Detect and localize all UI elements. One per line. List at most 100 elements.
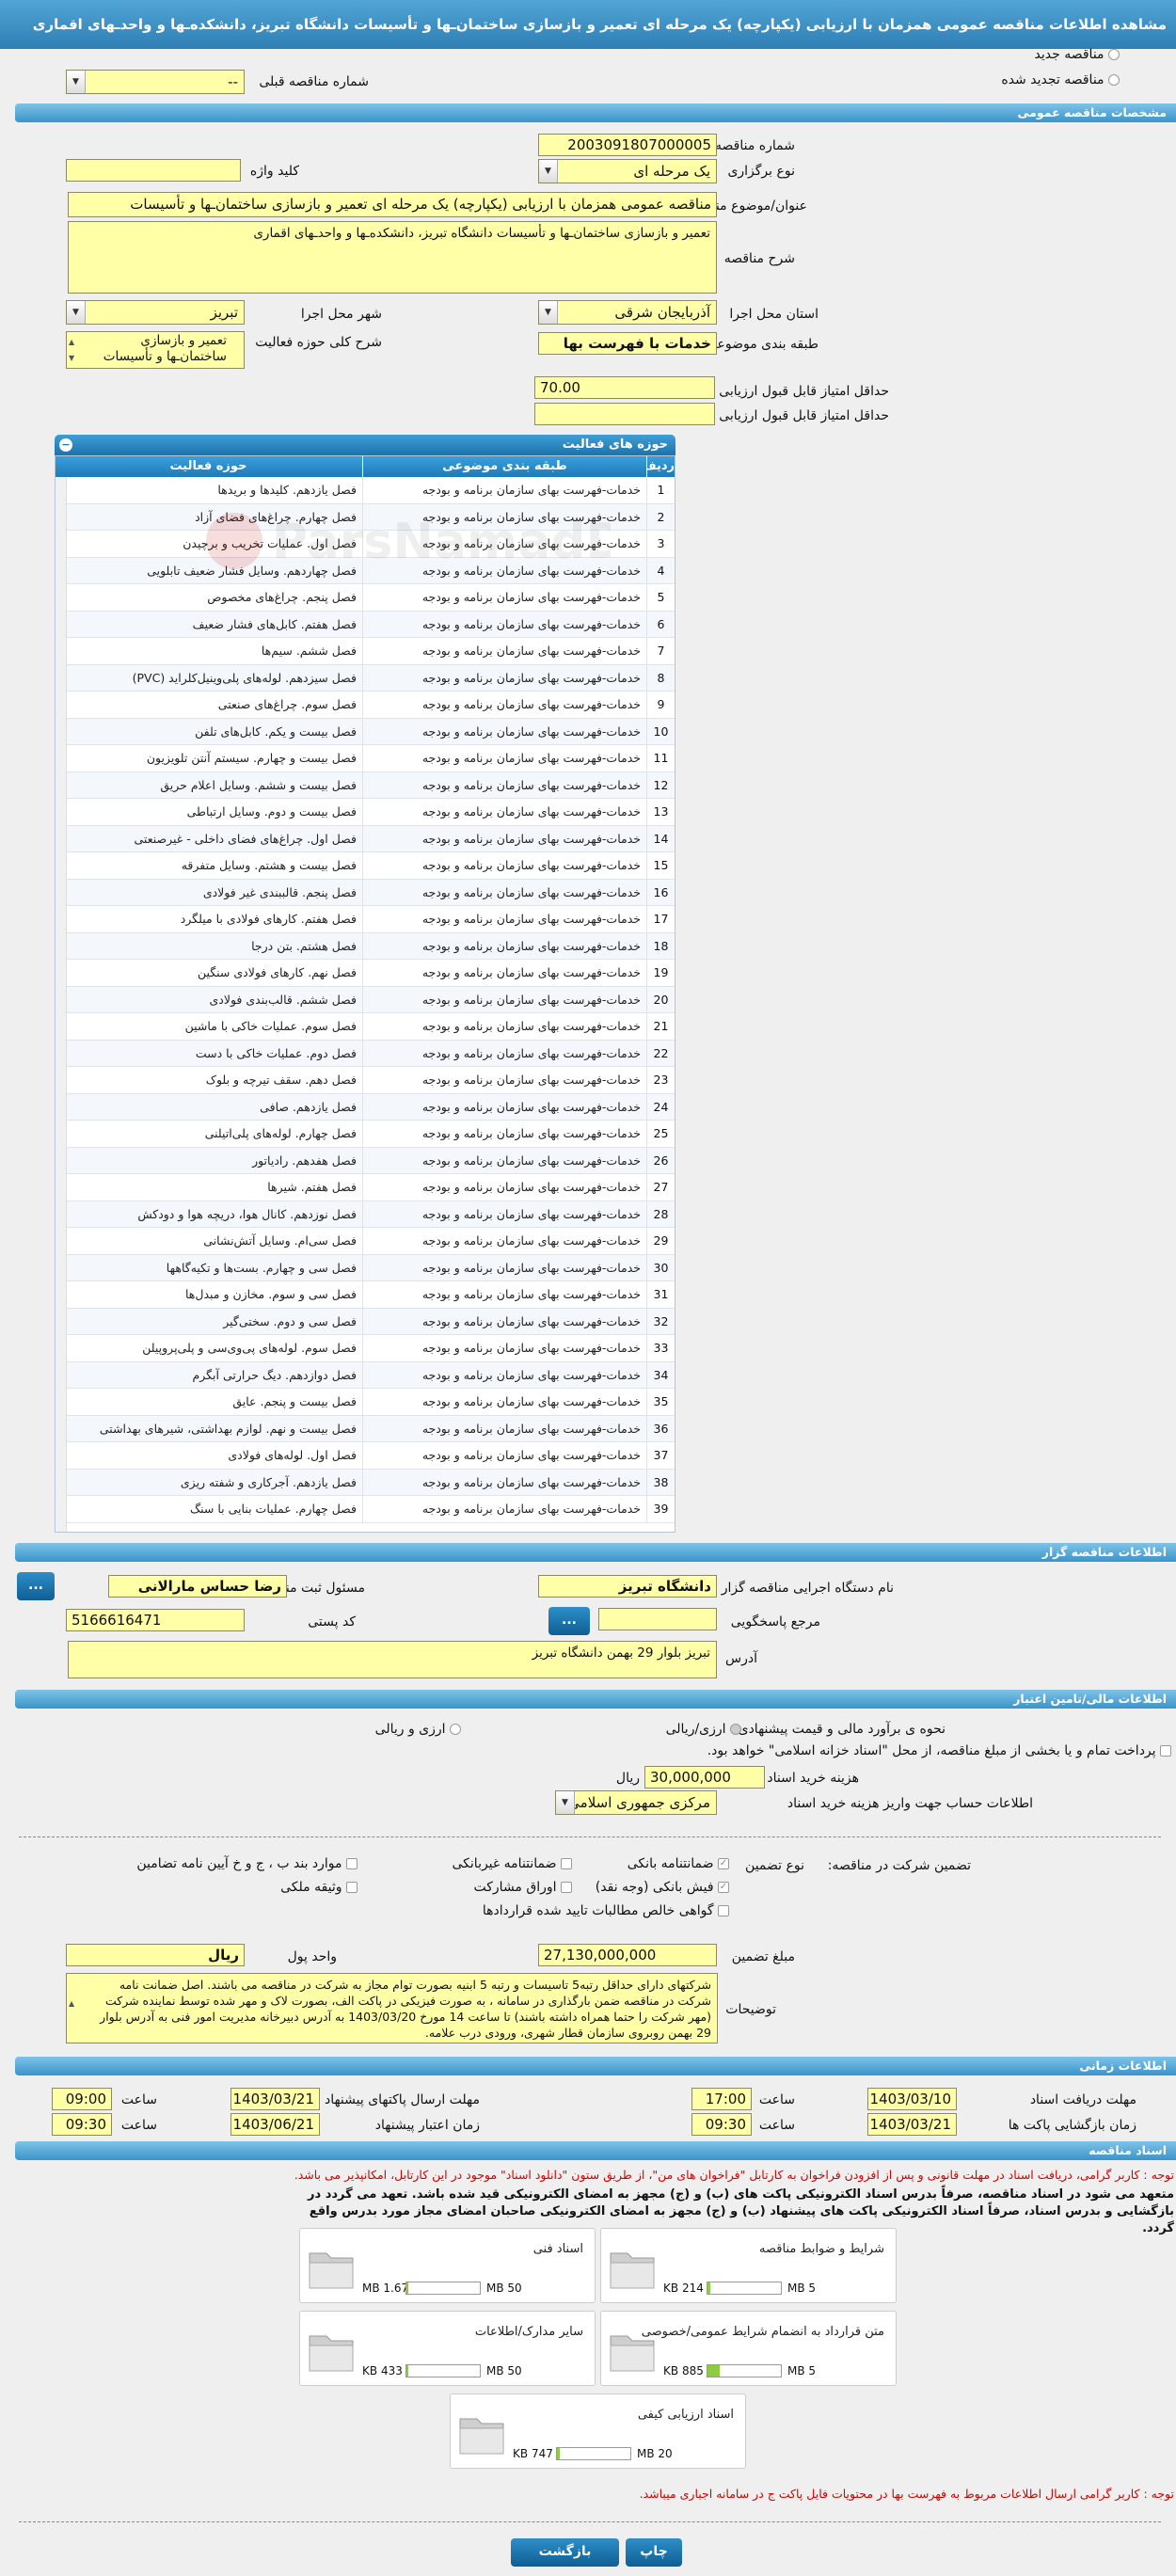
table-row: 17 خدمات-فهرست بهای سازمان برنامه و بودجه…: [56, 906, 675, 933]
scroll-arrows-icon[interactable]: ▲▼: [69, 334, 74, 366]
row-scope: فصل یازدهم. کلیدها و بریدها: [217, 483, 357, 497]
scroll-arrows-icon[interactable]: ▲▼: [69, 1978, 74, 2043]
city-select[interactable]: تبریز ▼: [66, 300, 245, 325]
min-quality-field[interactable]: 70.00: [534, 376, 715, 399]
svg-text:ParsNamadData: ParsNamadData: [272, 514, 611, 570]
amount-field[interactable]: 27,130,000,000: [538, 1944, 717, 1966]
file-size: 885 KB: [663, 2364, 704, 2377]
category-field[interactable]: خدمات با فهرست بها: [538, 332, 717, 355]
valid-date-field[interactable]: 1403/06/21: [230, 2113, 320, 2136]
send-label: مهلت ارسال پاکتهای پیشنهاد: [324, 2092, 480, 2107]
file-card[interactable]: اسناد فنی 1.67 MB 50 MB: [299, 2228, 596, 2303]
org-field[interactable]: دانشگاه تبریز: [538, 1575, 717, 1598]
certificate-check[interactable]: گواهی خالص مطالبات تایید شده قراردادها: [483, 1903, 729, 1918]
currency-label: واحد پول: [287, 1949, 337, 1964]
file-card[interactable]: اسناد ارزیابی کیفی 747 KB 20 MB: [450, 2393, 746, 2469]
rial-radio[interactable]: ارزی/ریالی: [666, 1722, 741, 1737]
reference-more-button[interactable]: ...: [548, 1607, 590, 1635]
row-number: 37: [646, 1442, 675, 1469]
currency-rial-radio[interactable]: ارزی و ریالی: [375, 1722, 461, 1737]
row-number: 39: [646, 1496, 675, 1522]
table-row: 25 خدمات-فهرست بهای سازمان برنامه و بودجه…: [56, 1121, 675, 1148]
clauses-check[interactable]: موارد بند ب ، ج و خ آیین نامه تضامین: [136, 1856, 358, 1871]
collapse-icon[interactable]: −: [59, 438, 72, 452]
activity-panel-title: حوزه های فعالیت: [562, 437, 668, 452]
description-field[interactable]: تعمیر و بازسازی ساختمان‌ـها و تأسیسات دا…: [68, 221, 717, 294]
folder-icon: [610, 2335, 655, 2372]
file-size: 1.67 MB: [362, 2282, 409, 2295]
address-field[interactable]: تبریز بلوار 29 بهمن دانشگاه تبریز: [68, 1641, 717, 1678]
open-date-field[interactable]: 1403/03/21: [867, 2113, 957, 2136]
file-card[interactable]: شرایط و ضوابط مناقصه 214 KB 5 MB: [600, 2228, 897, 2303]
row-category: خدمات-فهرست بهای سازمان برنامه و بودجه: [362, 1389, 646, 1415]
row-category: خدمات-فهرست بهای سازمان برنامه و بودجه: [362, 852, 646, 879]
province-select[interactable]: آذربایجان شرقی ▼: [538, 300, 717, 325]
row-category: خدمات-فهرست بهای سازمان برنامه و بودجه: [362, 692, 646, 718]
valid-time-label: ساعت: [120, 2118, 157, 2133]
file-card[interactable]: سایر مدارک/اطلاعات 433 KB 50 MB: [299, 2311, 596, 2386]
bank-guarantee-check[interactable]: ✓ ضمانتنامه بانکی: [628, 1856, 729, 1871]
activity-desc-line: تعمیر و بازسازی: [140, 333, 227, 348]
table-row: 15 خدمات-فهرست بهای سازمان برنامه و بودجه…: [56, 852, 675, 880]
keyword-field[interactable]: [66, 159, 241, 182]
prev-tender-select[interactable]: -- ▼: [66, 70, 245, 94]
account-select[interactable]: مرکزی جمهوری اسلامی ایر ▼: [555, 1790, 717, 1815]
table-row: 7 خدمات-فهرست بهای سازمان برنامه و بودجه ف…: [56, 638, 675, 665]
print-button[interactable]: چاپ: [626, 2538, 682, 2567]
row-category: خدمات-فهرست بهای سازمان برنامه و بودجه: [362, 1147, 646, 1174]
estimate-label: نحوه ی برآورد مالی و قیمت پیشنهادی: [738, 1722, 946, 1737]
activity-desc-list[interactable]: تعمیر و بازسازی ساختمان‌ـها و تأسیسات ▲ ▼: [66, 331, 245, 369]
back-button[interactable]: بازگشت: [511, 2538, 619, 2567]
table-row: 19 خدمات-فهرست بهای سازمان برنامه و بودجه…: [56, 960, 675, 987]
cheque-check[interactable]: ✓ فیش بانکی (وجه نقد): [596, 1880, 729, 1895]
treasury-note: پرداخت تمام و یا بخشی از مبلغ مناقصه، از…: [707, 1743, 1171, 1758]
guarantee-type-label: نوع تضمین: [745, 1858, 804, 1873]
file-card[interactable]: متن قرارداد به انضمام شرایط عمومی/خصوصی …: [600, 2311, 897, 2386]
certificate-label: گواهی خالص مطالبات تایید شده قراردادها: [482, 1903, 714, 1918]
receive-time-field[interactable]: 17:00: [691, 2088, 752, 2110]
table-row: 13 خدمات-فهرست بهای سازمان برنامه و بودجه…: [56, 799, 675, 826]
nonbank-guarantee-check[interactable]: ضمانتنامه غیربانکی: [453, 1856, 572, 1871]
row-number: 10: [646, 718, 675, 745]
receive-label: مهلت دریافت اسناد: [1029, 2092, 1136, 2107]
clauses-label: موارد بند ب ، ج و خ آیین نامه تضامین: [136, 1856, 342, 1871]
explain-field[interactable]: شرکتهای دارای حداقل رتبه5 تاسیسات و رتبه…: [66, 1973, 718, 2043]
type-label: نوع برگزاری: [727, 164, 795, 179]
file-max-size: 5 MB: [787, 2282, 817, 2295]
postal-field[interactable]: 5166616471: [66, 1609, 245, 1631]
responsible-more-button[interactable]: ...: [17, 1572, 55, 1600]
table-row: 10 خدمات-فهرست بهای سازمان برنامه و بودجه…: [56, 718, 675, 745]
min-tech-field[interactable]: [534, 403, 715, 425]
receive-date-field[interactable]: 1403/03/10: [867, 2088, 957, 2110]
type-select[interactable]: یک مرحله ای ▼: [538, 159, 717, 183]
folder-icon: [459, 2418, 504, 2455]
table-row: 23 خدمات-فهرست بهای سازمان برنامه و بودجه…: [56, 1067, 675, 1094]
property-check[interactable]: وثیقه ملکی: [280, 1880, 358, 1895]
send-date-field[interactable]: 1403/03/21: [230, 2088, 320, 2110]
row-number: 13: [646, 799, 675, 825]
description-label: شرح مناقصه: [723, 251, 795, 266]
table-row: 14 خدمات-فهرست بهای سازمان برنامه و بودجه…: [56, 825, 675, 852]
open-time-field[interactable]: 09:30: [691, 2113, 752, 2136]
row-number: 31: [646, 1281, 675, 1308]
section-timing: اطلاعات زمانی: [15, 2057, 1176, 2075]
tender-no-field[interactable]: 2003091807000005: [538, 134, 717, 156]
row-scope: فصل پنجم. چراغ‌های مخصوص: [207, 590, 357, 604]
send-time-field[interactable]: 09:00: [52, 2088, 112, 2110]
new-tender-radio[interactable]: مناقصه جدید: [1035, 47, 1120, 62]
reference-field[interactable]: [598, 1608, 717, 1630]
responsible-field[interactable]: رضا حساس مارالانی: [108, 1575, 287, 1598]
receive-time-label: ساعت: [758, 2092, 795, 2107]
bonds-check[interactable]: اوراق مشارکت: [474, 1880, 572, 1895]
file-progress-bar: [707, 2282, 782, 2295]
table-row: 30 خدمات-فهرست بهای سازمان برنامه و بودجه…: [56, 1254, 675, 1281]
valid-time-field[interactable]: 09:30: [52, 2113, 112, 2136]
renewed-tender-radio[interactable]: مناقصه تجدید شده: [1001, 72, 1120, 87]
row-scope: فصل هشتم. بتن درجا: [251, 938, 357, 953]
currency-field[interactable]: ریال: [66, 1944, 245, 1966]
subject-field[interactable]: مناقصه عمومی همزمان با ارزیابی (یکپارچه)…: [68, 192, 717, 217]
row-category: خدمات-فهرست بهای سازمان برنامه و بودجه: [362, 584, 646, 611]
table-scrollbar[interactable]: [56, 477, 67, 1532]
fee-field[interactable]: 30,000,000: [644, 1766, 765, 1789]
file-progress-fill: [707, 2365, 720, 2377]
